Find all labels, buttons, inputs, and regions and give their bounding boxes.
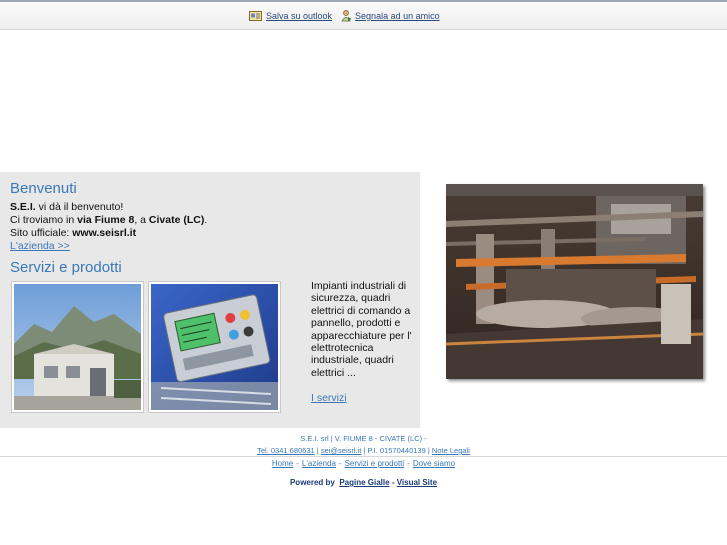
footer-piva: P.I. 01570440139: [367, 446, 426, 455]
footer-tel-link[interactable]: Tel. 0341 680631: [257, 446, 315, 455]
footer-email-link[interactable]: sei@seisrl.it: [321, 446, 362, 455]
greeting-text: vi dà il benvenuto!: [35, 201, 124, 213]
control-panel-photo[interactable]: [148, 281, 281, 413]
toolbar-links: Salva su outlook Segnala ad un amico: [249, 10, 440, 22]
top-toolbar: Salva su outlook Segnala ad un amico: [0, 2, 727, 30]
services-link[interactable]: I servizi: [311, 392, 347, 404]
location-suffix: .: [204, 214, 208, 226]
footer-powered: Powered by Pagine Gialle - Visual Site: [289, 478, 438, 487]
tell-friend-link[interactable]: Segnala ad un amico: [341, 10, 440, 22]
pagine-gialle-link[interactable]: Pagine Gialle: [339, 478, 389, 487]
welcome-line-3: Sito ufficiale: www.seisrl.it: [10, 227, 207, 240]
welcome-title: Benvenuti: [10, 180, 77, 197]
footer-nav-home[interactable]: Home: [272, 459, 293, 468]
city-name: Civate (LC): [148, 214, 205, 226]
powered-label: Powered by: [289, 478, 335, 487]
welcome-line-2: Ci troviamo in via Fiume 8, a Civate (LC…: [10, 214, 207, 227]
footer-address: S.E.I. srl | V. FIUME 8 - CIVATE (LC) -: [300, 434, 427, 443]
footer-nav-servizi[interactable]: Servizi e prodotti: [345, 459, 405, 468]
welcome-line-4: L'azienda >>: [10, 240, 207, 253]
footer-divider: [0, 456, 727, 457]
footer-contacts: Tel. 0341 680631 | sei@seisrl.it | P.I. …: [257, 446, 470, 455]
footer-nav-azienda[interactable]: L'azienda: [302, 459, 336, 468]
welcome-line-1: S.E.I. vi dà il benvenuto!: [10, 201, 207, 214]
company-name: S.E.I.: [10, 201, 36, 213]
location-prefix: Ci troviamo in: [10, 214, 78, 226]
save-outlook-label: Salva su outlook: [266, 11, 333, 21]
visual-site-link[interactable]: Visual Site: [397, 478, 437, 487]
official-site: www.seisrl.it: [72, 227, 137, 239]
services-description: Impianti industriali di sicurezza, quadr…: [311, 280, 412, 379]
footer-nav-dove-siamo[interactable]: Dove siamo: [413, 459, 455, 468]
site-prefix: Sito ufficiale:: [10, 227, 73, 239]
industrial-plant-photo: [446, 184, 703, 379]
save-outlook-link[interactable]: Salva su outlook: [249, 11, 332, 21]
street-name: via Fiume 8: [77, 214, 135, 226]
services-title: Servizi e prodotti: [10, 259, 122, 276]
welcome-text: S.E.I. vi dà il benvenuto! Ci troviamo i…: [10, 201, 207, 253]
footer-legal-link[interactable]: Note Legali: [432, 446, 470, 455]
person-send-icon: [341, 10, 352, 22]
company-link[interactable]: L'azienda >>: [10, 240, 70, 252]
outlook-card-icon: [249, 11, 262, 21]
tell-friend-label: Segnala ad un amico: [355, 11, 440, 21]
footer-nav: Home - L'azienda - Servizi e prodotti - Dove s…: [271, 459, 456, 468]
location-mid: , a: [134, 214, 149, 226]
building-photo[interactable]: [11, 281, 144, 413]
